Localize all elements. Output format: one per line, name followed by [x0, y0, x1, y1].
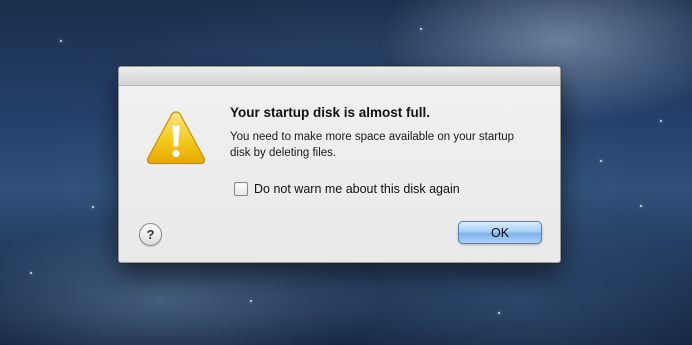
dont-warn-checkbox[interactable] — [234, 182, 248, 196]
star — [640, 205, 642, 207]
star — [498, 312, 500, 314]
dont-warn-checkbox-row[interactable]: Do not warn me about this disk again — [234, 182, 460, 196]
dialog-message: You need to make more space available on… — [230, 131, 515, 159]
star — [660, 120, 662, 122]
star — [92, 206, 94, 208]
dialog-title-bar[interactable] — [119, 67, 560, 86]
alert-dialog: Your startup disk is almost full. You ne… — [118, 66, 561, 263]
ok-button[interactable]: OK — [458, 221, 542, 244]
star — [60, 40, 62, 42]
help-button[interactable]: ? — [139, 223, 162, 246]
warning-triangle-icon — [146, 111, 206, 165]
star — [600, 160, 602, 162]
star — [250, 300, 252, 302]
star — [30, 272, 32, 274]
dialog-headline: Your startup disk is almost full. — [230, 105, 431, 120]
star — [420, 28, 422, 30]
dont-warn-checkbox-label[interactable]: Do not warn me about this disk again — [254, 182, 460, 196]
